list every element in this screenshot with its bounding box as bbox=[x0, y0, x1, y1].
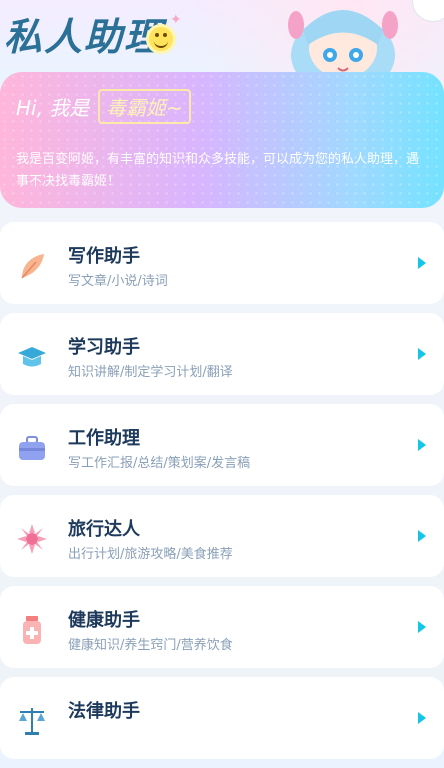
item-title: 工作助理 bbox=[68, 428, 140, 449]
item-subtitle: 写工作汇报/总结/策划案/发言稿 bbox=[68, 456, 251, 471]
list-item[interactable]: 学习助手 知识讲解/制定学习计划/翻译 bbox=[0, 313, 444, 395]
item-title: 写作助手 bbox=[68, 246, 140, 267]
list-item[interactable]: 旅行达人 出行计划/旅游攻略/美食推荐 bbox=[0, 495, 444, 577]
item-subtitle: 写文章/小说/诗词 bbox=[68, 274, 168, 289]
item-title: 旅行达人 bbox=[68, 519, 140, 540]
graduation-cap-icon bbox=[18, 347, 46, 367]
chevron-right-icon bbox=[418, 621, 426, 633]
page-title: 私人助理 bbox=[4, 15, 165, 59]
list-item[interactable]: 写作助手 写文章/小说/诗词 bbox=[0, 222, 444, 304]
assistant-list: 写作助手 写文章/小说/诗词 学习助手 知识讲解/制定学习计划/翻译 工作助理 … bbox=[0, 222, 444, 768]
chevron-right-icon bbox=[418, 712, 426, 724]
item-subtitle: 健康知识/养生窍门/营养饮食 bbox=[68, 638, 233, 653]
corner-button[interactable] bbox=[412, 0, 444, 22]
anime-girl-avatar bbox=[288, 10, 398, 80]
list-item[interactable]: 工作助理 写工作汇报/总结/策划案/发言稿 bbox=[0, 404, 444, 486]
item-title: 健康助手 bbox=[68, 610, 140, 631]
banner-intro: 我是百变阿姬，有丰富的知识和众多技能，可以成为您的私人助理，遇事不决找毒霸姬！ bbox=[16, 152, 420, 189]
assistant-name-tag: 毒霸姬~ bbox=[98, 89, 191, 124]
list-item[interactable]: 健康助手 健康知识/养生窍门/营养饮食 bbox=[0, 586, 444, 668]
item-subtitle: 知识讲解/制定学习计划/翻译 bbox=[68, 365, 233, 380]
scales-icon bbox=[19, 708, 45, 735]
medicine-bottle-icon bbox=[23, 616, 41, 644]
smile-icon bbox=[146, 24, 176, 54]
sparkle-icon: ✦ bbox=[170, 12, 182, 28]
flower-icon bbox=[17, 524, 47, 554]
chevron-right-icon bbox=[418, 257, 426, 269]
briefcase-icon bbox=[19, 436, 45, 460]
list-item[interactable]: 法律助手 bbox=[0, 677, 444, 759]
chevron-right-icon bbox=[418, 439, 426, 451]
feather-icon bbox=[21, 254, 44, 279]
item-subtitle: 出行计划/旅游攻略/美食推荐 bbox=[68, 547, 233, 562]
item-title: 法律助手 bbox=[68, 701, 140, 722]
banner-greeting: Hi, 我是 bbox=[16, 96, 90, 120]
intro-banner: Hi, 我是 毒霸姬~ 我是百变阿姬，有丰富的知识和众多技能，可以成为您的私人助… bbox=[0, 72, 444, 208]
chevron-right-icon bbox=[418, 530, 426, 542]
item-title: 学习助手 bbox=[68, 337, 140, 358]
header: 私人助理 ✦ bbox=[0, 0, 444, 80]
chevron-right-icon bbox=[418, 348, 426, 360]
